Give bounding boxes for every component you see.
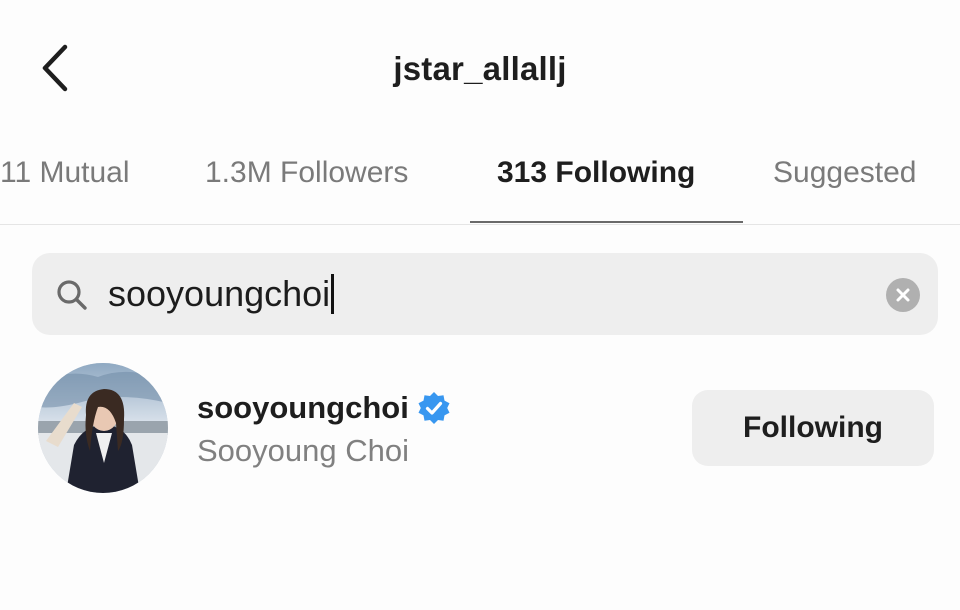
- username-line: sooyoungchoi: [197, 390, 451, 426]
- following-list-screen: jstar_allallj 11 Mutual 1.3M Followers 3…: [0, 0, 960, 610]
- search-bar[interactable]: sooyoungchoi: [32, 253, 938, 335]
- username[interactable]: sooyoungchoi: [197, 390, 409, 426]
- search-icon: [57, 280, 87, 310]
- tabs-divider: [0, 224, 960, 225]
- clear-icon: [896, 288, 910, 302]
- tab-mutual[interactable]: 11 Mutual: [0, 156, 130, 190]
- following-button[interactable]: Following: [692, 390, 934, 466]
- avatar-photo: [38, 363, 168, 493]
- tab-followers[interactable]: 1.3M Followers: [205, 156, 408, 190]
- active-tab-indicator: [470, 221, 743, 223]
- clear-search-button[interactable]: [886, 278, 920, 312]
- list-item[interactable]: sooyoungchoi Sooyoung Choi Following: [0, 360, 960, 500]
- search-input[interactable]: sooyoungchoi: [108, 265, 868, 323]
- page-title: jstar_allallj: [393, 50, 567, 87]
- avatar[interactable]: [38, 363, 168, 493]
- tab-suggested[interactable]: Suggested: [773, 156, 916, 190]
- text-caret: [331, 274, 335, 314]
- verified-badge-icon: [418, 392, 450, 424]
- tab-bar: 11 Mutual 1.3M Followers 313 Following S…: [0, 150, 960, 226]
- search-input-value: sooyoungchoi: [108, 273, 331, 314]
- full-name: Sooyoung Choi: [197, 433, 409, 468]
- tab-following[interactable]: 313 Following: [497, 156, 695, 190]
